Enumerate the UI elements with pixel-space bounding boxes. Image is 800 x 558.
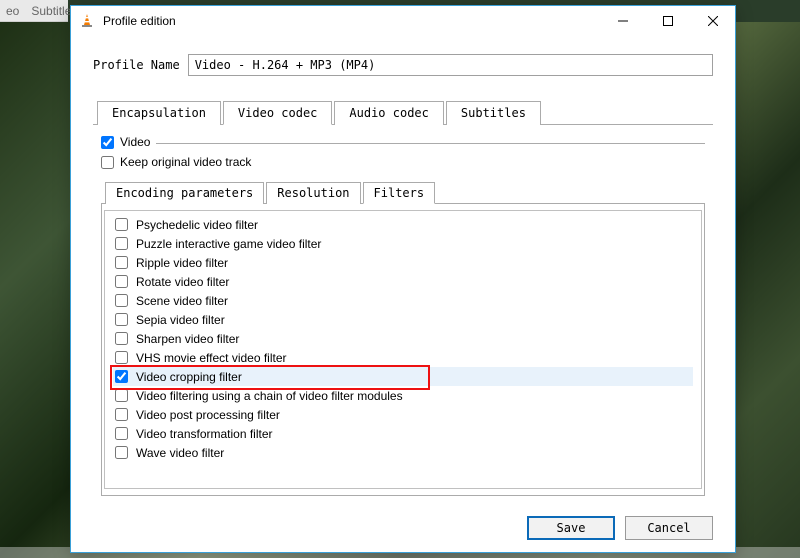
filter-checkbox[interactable] — [115, 218, 128, 231]
tab-audio-codec[interactable]: Audio codec — [334, 101, 443, 125]
filter-checkbox[interactable] — [115, 389, 128, 402]
filter-item[interactable]: Wave video filter — [113, 443, 693, 462]
close-button[interactable] — [690, 6, 735, 36]
keep-original-label: Keep original video track — [120, 155, 251, 169]
filter-checkbox[interactable] — [115, 332, 128, 345]
profile-name-label: Profile Name — [93, 58, 180, 72]
profile-edition-dialog: Profile edition Profile Name Encapsulati… — [70, 5, 736, 553]
filter-item[interactable]: Video cropping filter — [113, 367, 693, 386]
dialog-title: Profile edition — [103, 14, 600, 28]
cancel-button[interactable]: Cancel — [625, 516, 713, 540]
keep-original-checkbox[interactable] — [101, 156, 114, 169]
viewport: eo Subtitle Profile edition P — [0, 0, 800, 558]
menu-item-eo[interactable]: eo — [0, 4, 25, 18]
filter-label: Rotate video filter — [136, 275, 229, 289]
subtab-resolution[interactable]: Resolution — [266, 182, 360, 204]
filter-label: Video filtering using a chain of video f… — [136, 389, 403, 403]
filter-checkbox[interactable] — [115, 237, 128, 250]
filter-item[interactable]: Sharpen video filter — [113, 329, 693, 348]
tab-encapsulation[interactable]: Encapsulation — [97, 101, 221, 125]
video-checkbox-label: Video — [120, 135, 150, 149]
filter-checkbox[interactable] — [115, 275, 128, 288]
tab-video-codec[interactable]: Video codec — [223, 101, 332, 125]
filter-checkbox[interactable] — [115, 370, 128, 383]
filter-checkbox[interactable] — [115, 294, 128, 307]
filter-label: Ripple video filter — [136, 256, 228, 270]
filter-checkbox[interactable] — [115, 256, 128, 269]
filter-label: Video post processing filter — [136, 408, 280, 422]
filter-label: Scene video filter — [136, 294, 228, 308]
filter-label: Puzzle interactive game video filter — [136, 237, 321, 251]
filter-item[interactable]: Puzzle interactive game video filter — [113, 234, 693, 253]
filter-list[interactable]: Psychedelic video filter Puzzle interacti… — [104, 210, 702, 489]
filters-panel: Psychedelic video filter Puzzle interacti… — [101, 204, 705, 496]
minimize-icon — [618, 16, 628, 26]
main-window-menubar-fragment: eo Subtitle — [0, 0, 68, 22]
save-button[interactable]: Save — [527, 516, 615, 540]
keep-original-row[interactable]: Keep original video track — [101, 155, 705, 169]
filter-item[interactable]: Sepia video filter — [113, 310, 693, 329]
inner-tabs: Encoding parametersResolutionFilters — [101, 181, 705, 204]
filter-label: Sepia video filter — [136, 313, 225, 327]
maximize-button[interactable] — [645, 6, 690, 36]
filter-item[interactable]: Scene video filter — [113, 291, 693, 310]
filter-label: Psychedelic video filter — [136, 218, 258, 232]
profile-name-row: Profile Name — [93, 54, 713, 76]
filter-checkbox[interactable] — [115, 313, 128, 326]
maximize-icon — [663, 16, 673, 26]
outer-tabs: EncapsulationVideo codecAudio codecSubti… — [93, 100, 713, 125]
filter-checkbox[interactable] — [115, 446, 128, 459]
filter-item[interactable]: Rotate video filter — [113, 272, 693, 291]
filter-checkbox[interactable] — [115, 408, 128, 421]
subtab-filters[interactable]: Filters — [363, 182, 436, 204]
filter-item[interactable]: Ripple video filter — [113, 253, 693, 272]
dialog-button-row: Save Cancel — [71, 506, 735, 552]
filter-label: Sharpen video filter — [136, 332, 239, 346]
filter-item[interactable]: Video post processing filter — [113, 405, 693, 424]
video-checkbox-row[interactable]: Video — [101, 135, 705, 149]
filter-item[interactable]: Psychedelic video filter — [113, 215, 693, 234]
filter-label: Video transformation filter — [136, 427, 273, 441]
dialog-body: Profile Name EncapsulationVideo codecAud… — [71, 36, 735, 506]
vlc-icon — [79, 13, 95, 29]
filter-checkbox[interactable] — [115, 351, 128, 364]
filter-item[interactable]: Video transformation filter — [113, 424, 693, 443]
video-checkbox[interactable] — [101, 136, 114, 149]
filter-label: Video cropping filter — [136, 370, 242, 384]
tab-subtitles[interactable]: Subtitles — [446, 101, 541, 125]
filter-label: VHS movie effect video filter — [136, 351, 287, 365]
filter-label: Wave video filter — [136, 446, 224, 460]
minimize-button[interactable] — [600, 6, 645, 36]
close-icon — [708, 16, 718, 26]
subtab-encoding-parameters[interactable]: Encoding parameters — [105, 182, 264, 204]
titlebar[interactable]: Profile edition — [71, 6, 735, 36]
profile-name-input[interactable] — [188, 54, 713, 76]
filter-item[interactable]: Video filtering using a chain of video f… — [113, 386, 693, 405]
filter-item[interactable]: VHS movie effect video filter — [113, 348, 693, 367]
filter-checkbox[interactable] — [115, 427, 128, 440]
video-codec-panel: Video Keep original video track Encoding… — [93, 125, 713, 506]
groupbox-line — [156, 143, 705, 144]
